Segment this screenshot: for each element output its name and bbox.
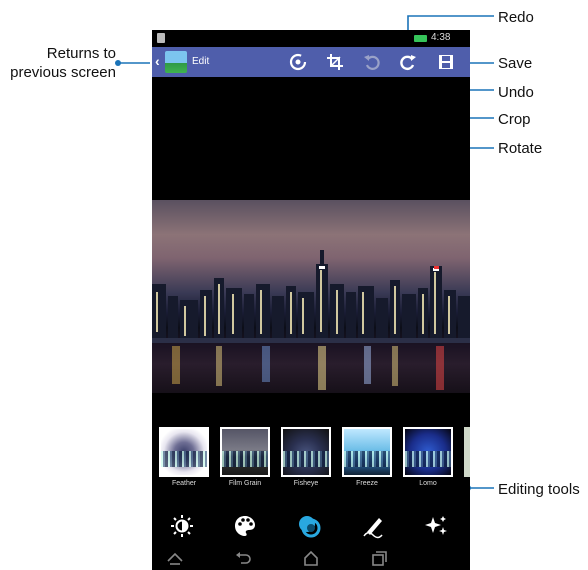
battery-icon xyxy=(414,35,427,42)
tool-category-bar xyxy=(152,505,470,545)
callout-rotate: Rotate xyxy=(498,140,543,157)
effect-label: Film Grain xyxy=(228,480,262,487)
effect-next-partial[interactable] xyxy=(464,427,470,477)
undo-icon[interactable] xyxy=(361,51,383,73)
effect-film-grain[interactable] xyxy=(220,427,270,477)
effect-label: Fisheye xyxy=(293,480,319,487)
effects-icon[interactable] xyxy=(296,513,322,539)
palette-icon[interactable] xyxy=(232,513,258,539)
status-bar: 4:38 xyxy=(152,30,470,47)
editing-tools-panel: Feather Film Grain Fisheye Freeze Lomo xyxy=(152,415,470,505)
photo-preview xyxy=(152,200,470,393)
callout-crop: Crop xyxy=(498,111,531,128)
crop-icon[interactable] xyxy=(324,51,346,73)
effect-label: Freeze xyxy=(356,480,378,487)
status-time: 4:38 xyxy=(431,32,451,43)
back-icon[interactable]: ‹ xyxy=(155,53,160,69)
rotate-icon[interactable] xyxy=(287,51,309,73)
redo-icon[interactable] xyxy=(397,51,419,73)
callout-back: Returns to previous screen xyxy=(10,45,116,81)
home-nav-icon[interactable] xyxy=(166,549,184,567)
save-icon[interactable] xyxy=(435,51,457,73)
recent-apps-icon[interactable] xyxy=(370,549,388,567)
navigation-bar xyxy=(152,545,470,570)
effect-label: Feather xyxy=(171,480,197,487)
effect-feather[interactable] xyxy=(159,427,209,477)
effect-label: Lomo xyxy=(419,480,437,487)
effect-lomo[interactable] xyxy=(403,427,453,477)
action-bar: ‹ Edit xyxy=(152,47,470,77)
brightness-icon[interactable] xyxy=(169,513,195,539)
callout-undo: Undo xyxy=(498,84,534,101)
city-skyline-photo xyxy=(152,250,470,390)
effect-fisheye[interactable] xyxy=(281,427,331,477)
back-nav-icon[interactable] xyxy=(234,549,252,567)
home-button-icon[interactable] xyxy=(302,549,320,567)
sparkle-icon[interactable] xyxy=(424,513,450,539)
gallery-app-icon[interactable] xyxy=(165,51,187,73)
callout-redo: Redo xyxy=(498,9,534,26)
phone-screen: 4:38 ‹ Edit Feather Film Grain Fisheye F… xyxy=(152,30,470,570)
pen-icon[interactable] xyxy=(360,513,386,539)
notification-icon xyxy=(157,33,165,43)
effect-freeze[interactable] xyxy=(342,427,392,477)
page-title: Edit xyxy=(192,56,210,67)
callout-save: Save xyxy=(498,55,533,72)
callout-editing-tools: Editing tools xyxy=(498,481,580,498)
